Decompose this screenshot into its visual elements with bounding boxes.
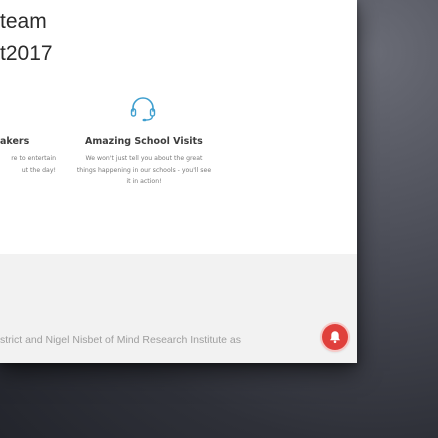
feature-school-visits-desc-line: We won't just tell you about the great (85, 155, 203, 162)
heading-line-2: t2017 (0, 42, 53, 65)
headset-icon (129, 96, 157, 122)
footer-text: strict and Nigel Nisbet of Mind Research… (0, 334, 242, 346)
notification-bell-button[interactable] (322, 324, 348, 350)
feature-school-visits-description: We won't just tell you about the great t… (66, 153, 222, 188)
footer-section: strict and Nigel Nisbet of Mind Research… (0, 254, 357, 363)
content-card: team t2017 akers re to entertain ut the … (0, 0, 357, 363)
bell-icon (330, 331, 340, 344)
feature-speakers-title: akers (0, 136, 30, 147)
heading-line-1: team (0, 10, 47, 33)
feature-speakers-desc-line: re to entertain (11, 155, 56, 162)
feature-school-visits-title: Amazing School Visits (85, 136, 203, 147)
page-heading: team t2017 (0, 6, 53, 70)
feature-school-visits-desc-line: it in action! (126, 178, 162, 185)
feature-speakers-desc-line: ut the day! (21, 166, 56, 174)
feature-school-visits-desc-line: things happening in our schools - you'll… (76, 166, 212, 174)
feature-speakers-description: re to entertain ut the day! (0, 153, 56, 176)
